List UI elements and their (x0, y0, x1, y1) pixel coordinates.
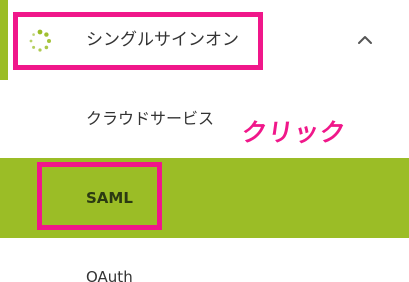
click-annotation: クリック (239, 118, 348, 147)
sidebar-section-label: シングルサインオン (86, 30, 239, 50)
sidebar-item-label: クラウドサービス (86, 109, 215, 128)
screenshot-stage: シングルサインオン クラウドサービス SAML OAuth クリック (0, 0, 409, 282)
active-section-indicator (0, 0, 8, 80)
sidebar-item-oauth[interactable]: OAuth (0, 238, 409, 282)
sidebar-item-saml[interactable]: SAML (0, 158, 409, 238)
sidebar-item-label: SAML (86, 189, 133, 207)
loading-dots-icon (29, 29, 51, 52)
chevron-up-icon[interactable] (355, 30, 375, 50)
sidebar-item-label: OAuth (86, 268, 133, 282)
sidebar-section-sso[interactable]: シングルサインオン (0, 0, 409, 80)
